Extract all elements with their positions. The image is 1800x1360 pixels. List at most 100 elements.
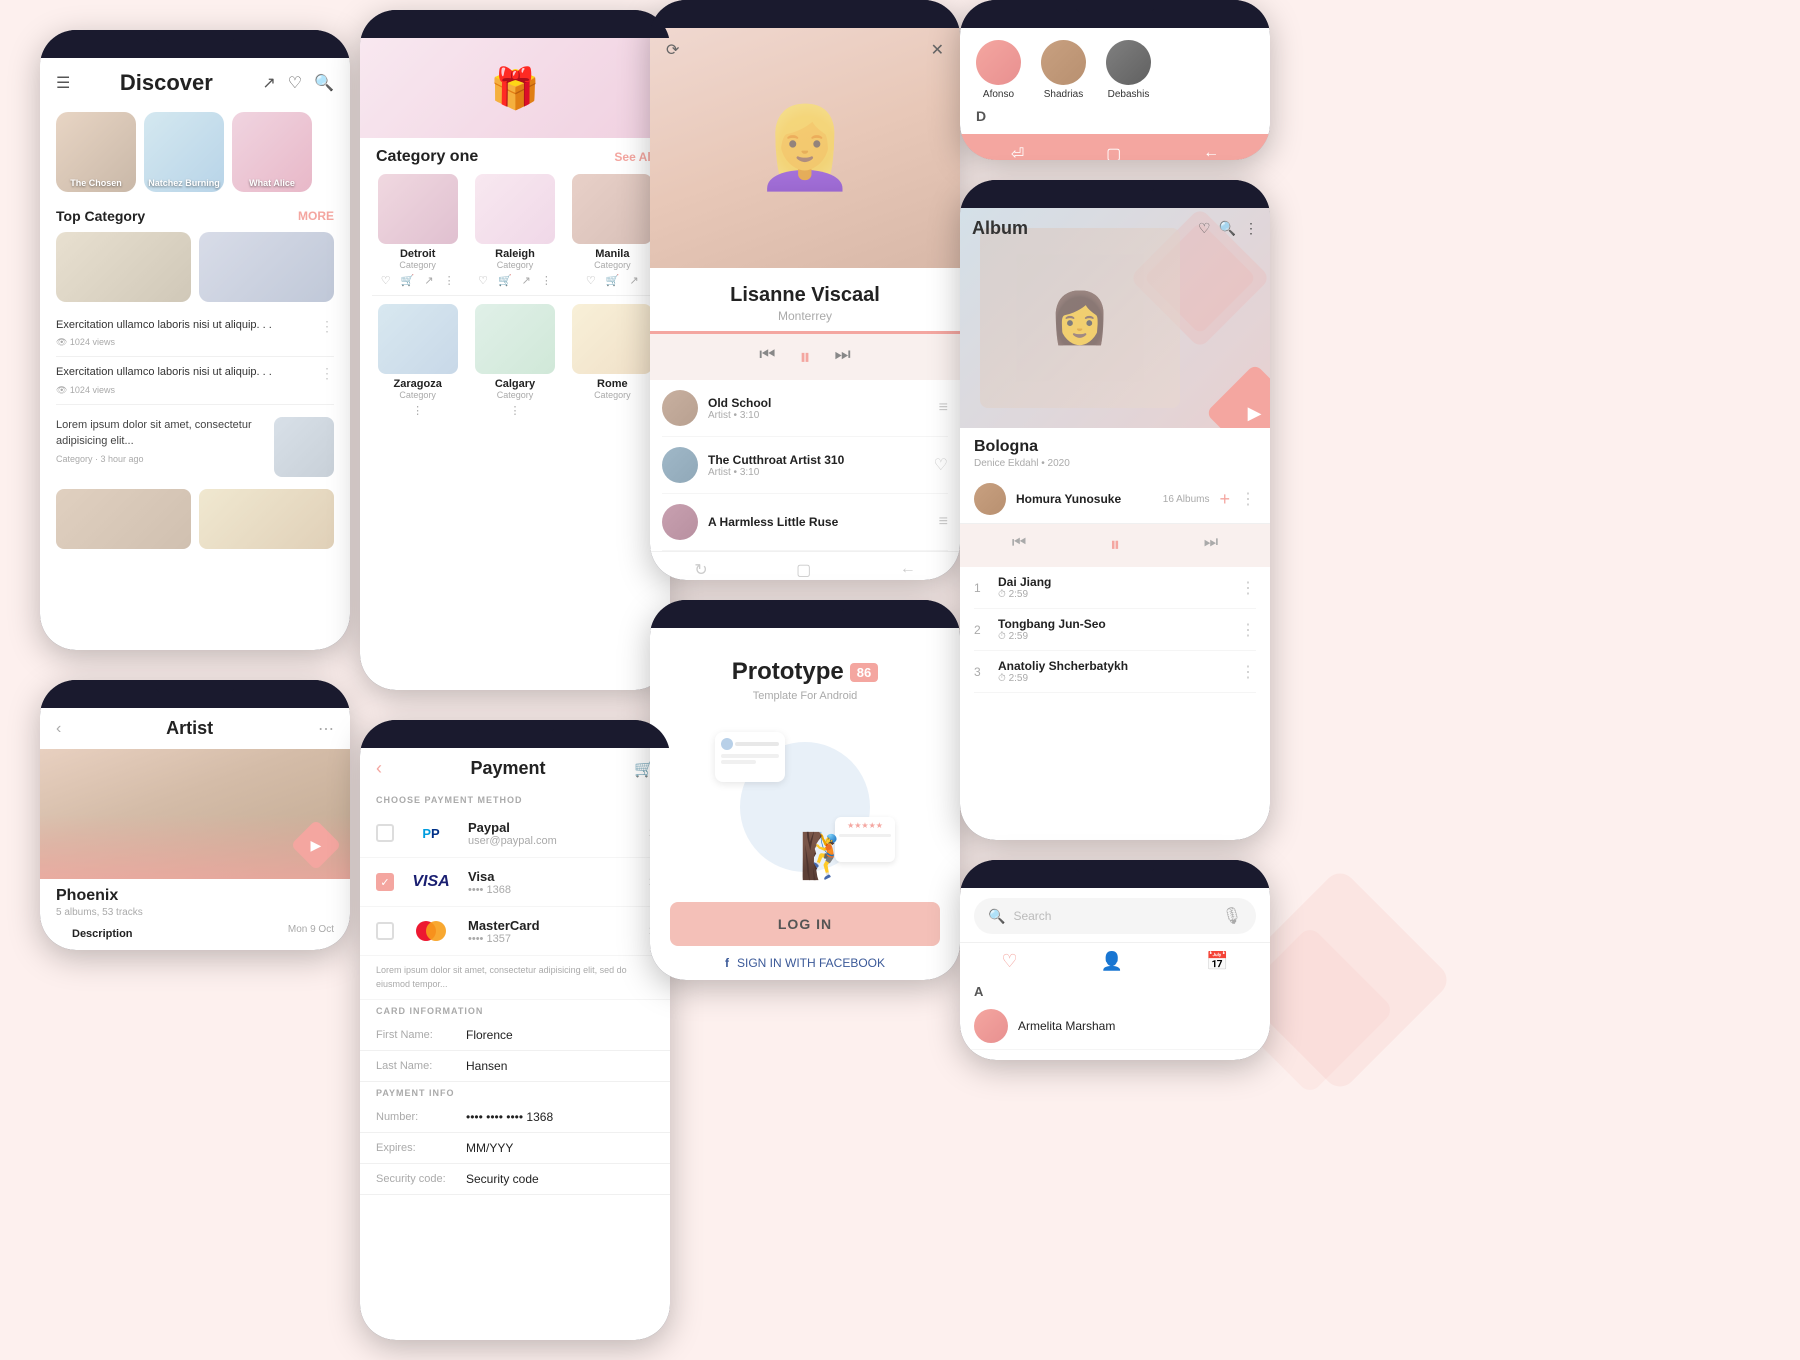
more-icon-album[interactable]: ⋮: [1244, 220, 1258, 237]
grid-card-2[interactable]: [199, 232, 334, 302]
rewind-album[interactable]: ⏮: [1012, 534, 1026, 557]
cat-item-calgary[interactable]: Calgary Category ⋮: [469, 304, 560, 417]
cat-item-detroit[interactable]: Detroit Category ♡ 🛒 ↗ ⋮: [372, 174, 463, 287]
cat-item-rome[interactable]: Rome Category: [567, 304, 658, 417]
paypal-option[interactable]: PP Paypal user@paypal.com ›: [360, 809, 670, 858]
more-c[interactable]: ⋮: [509, 404, 520, 417]
filter-icon-3[interactable]: ≡: [939, 513, 948, 531]
search-input[interactable]: Search: [1013, 909, 1213, 923]
track-more-3[interactable]: ⋮: [1240, 662, 1256, 682]
heart-icon-album[interactable]: ♡: [1198, 220, 1211, 237]
album-track-1[interactable]: 1 Dai Jiang ⏱ 2:59 ⋮: [974, 567, 1256, 609]
rewind-btn[interactable]: ⏮: [759, 344, 775, 370]
track-more-1[interactable]: ⋮: [1240, 578, 1256, 598]
filter-icon-1[interactable]: ≡: [939, 399, 948, 417]
more-icon-artist-row[interactable]: ⋮: [1240, 489, 1256, 509]
login-button[interactable]: LOG IN: [670, 902, 940, 946]
repeat-icon[interactable]: ⟳: [666, 40, 679, 60]
article-text-block: Lorem ipsum dolor sit amet, consectetur …: [56, 417, 266, 464]
notch-contacts: [960, 0, 1270, 28]
search-icon-album[interactable]: 🔍: [1219, 220, 1236, 237]
cat-item-zaragoza[interactable]: Zaragoza Category ⋮: [372, 304, 463, 417]
mic-icon[interactable]: 🎙: [1222, 906, 1242, 926]
first-name-value[interactable]: Florence: [466, 1028, 513, 1042]
more-z[interactable]: ⋮: [412, 404, 423, 417]
contact-debashis[interactable]: Debashis: [1106, 40, 1151, 100]
track-old-school[interactable]: Old School Artist • 3:10 ≡: [662, 380, 948, 437]
facebook-signin[interactable]: f SIGN IN WITH FACEBOOK: [670, 946, 940, 980]
back-icon-music[interactable]: ←: [900, 560, 916, 580]
track-cutthroat[interactable]: The Cutthroat Artist 310 Artist • 3:10 ♡: [662, 437, 948, 494]
contact-row-armelita[interactable]: Armelita Marsham: [960, 1003, 1270, 1050]
heart-icon-track2[interactable]: ♡: [934, 455, 948, 475]
back-icon-payment[interactable]: ‹: [376, 758, 382, 779]
back-icon[interactable]: ‹: [56, 720, 61, 738]
share-icon[interactable]: ↗: [262, 73, 275, 93]
more-icon-1[interactable]: ⋮: [320, 318, 334, 335]
paypal-checkbox[interactable]: [376, 824, 394, 842]
share-icon-m[interactable]: ↗: [630, 274, 639, 287]
mastercard-checkbox[interactable]: [376, 922, 394, 940]
grid-card-1[interactable]: [56, 232, 191, 302]
more-icon-r[interactable]: ⋮: [541, 274, 552, 287]
search-icon-s: 🔍: [988, 908, 1005, 925]
more-icon-d[interactable]: ⋮: [444, 274, 455, 287]
more-icon-2[interactable]: ⋮: [320, 365, 334, 382]
heart-nav-icon[interactable]: ♡: [1002, 951, 1018, 972]
add-icon-album[interactable]: +: [1219, 489, 1230, 510]
list-item-2[interactable]: Exercitation ullamco laboris nisi ut ali…: [56, 357, 334, 404]
last-name-value[interactable]: Hansen: [466, 1059, 507, 1073]
visa-checkbox[interactable]: ✓: [376, 873, 394, 891]
bottom-img-2[interactable]: [199, 489, 334, 549]
number-value[interactable]: •••• •••• •••• 1368: [466, 1110, 553, 1124]
play-diamond-album[interactable]: ▶: [1206, 364, 1270, 428]
menu-icon[interactable]: ☰: [56, 73, 70, 93]
search-icon[interactable]: 🔍: [314, 73, 334, 93]
list-item-1[interactable]: Exercitation ullamco laboris nisi ut ali…: [56, 310, 334, 357]
cart-icon-d[interactable]: 🛒: [401, 274, 415, 287]
track-harmless[interactable]: A Harmless Little Ruse ≡: [662, 494, 948, 551]
person-nav-icon[interactable]: 👤: [1101, 951, 1123, 972]
contact-afonso[interactable]: Afonso: [976, 40, 1021, 100]
mastercard-option[interactable]: MasterCard •••• 1357 ›: [360, 907, 670, 956]
pause-album[interactable]: ⏸: [1110, 534, 1120, 557]
track-more-2[interactable]: ⋮: [1240, 620, 1256, 640]
carousel-item-3[interactable]: What Alice: [232, 112, 312, 192]
fastforward-album[interactable]: ⏭: [1204, 534, 1218, 557]
bottom-img-1[interactable]: [56, 489, 191, 549]
heart-icon-r[interactable]: ♡: [478, 274, 488, 287]
calendar-nav-icon[interactable]: 📅: [1206, 951, 1228, 972]
fastforward-btn[interactable]: ⏭: [835, 344, 851, 370]
cart-icon-m[interactable]: 🛒: [606, 274, 620, 287]
carousel-item-2[interactable]: Natchez Burning: [144, 112, 224, 192]
square-icon-contacts[interactable]: ▢: [1106, 144, 1121, 160]
contact-shadrias[interactable]: Shadrias: [1041, 40, 1086, 100]
cat-item-manila[interactable]: Manila Category ♡ 🛒 ↗: [567, 174, 658, 287]
notch-bar-6: [765, 600, 845, 614]
search-bar[interactable]: 🔍 Search 🎙: [974, 898, 1256, 934]
heart-icon[interactable]: ♡: [288, 73, 302, 93]
top-category-title: Top Category: [56, 208, 145, 224]
album-track-2[interactable]: 2 Tongbang Jun-Seo ⏱ 2:59 ⋮: [974, 609, 1256, 651]
visa-option[interactable]: ✓ VISA Visa •••• 1368 ›: [360, 858, 670, 907]
repeat-bottom-icon[interactable]: ↻: [694, 560, 707, 580]
share-icon-d[interactable]: ↗: [424, 274, 433, 287]
reply-icon[interactable]: ⏎: [1011, 144, 1024, 160]
heart-icon-d[interactable]: ♡: [381, 274, 391, 287]
cart-icon-r[interactable]: 🛒: [498, 274, 512, 287]
carousel-item-1[interactable]: The Chosen: [56, 112, 136, 192]
heart-icon-m[interactable]: ♡: [586, 274, 596, 287]
pause-btn[interactable]: ⏸: [799, 344, 810, 370]
security-value[interactable]: Security code: [466, 1172, 539, 1186]
close-icon-music[interactable]: ✕: [931, 40, 944, 60]
back-icon-contacts[interactable]: ←: [1203, 144, 1219, 160]
more-link[interactable]: MORE: [298, 209, 334, 223]
more-dots[interactable]: ⋯: [318, 719, 334, 739]
share-icon-r[interactable]: ↗: [522, 274, 531, 287]
cat-item-raleigh[interactable]: Raleigh Category ♡ 🛒 ↗ ⋮: [469, 174, 560, 287]
expires-value[interactable]: MM/YYY: [466, 1141, 513, 1155]
square-icon[interactable]: ▢: [796, 560, 811, 580]
phone-search: 🔍 Search 🎙 ♡ 👤 📅 A Armelita Marsham: [960, 860, 1270, 1060]
album-track-3[interactable]: 3 Anatoliy Shcherbatykh ⏱ 2:59 ⋮: [974, 651, 1256, 693]
see-all-link[interactable]: See All: [614, 150, 654, 164]
